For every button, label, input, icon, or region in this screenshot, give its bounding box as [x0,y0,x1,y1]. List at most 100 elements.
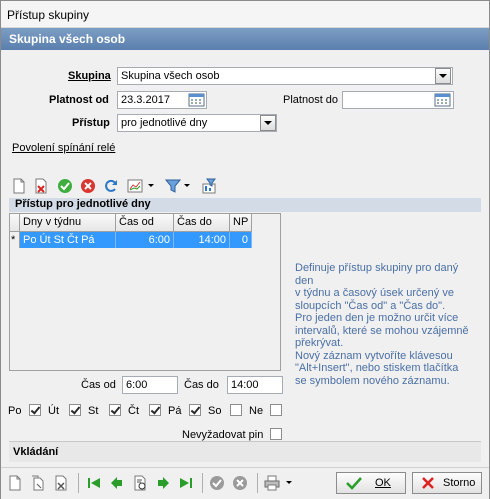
cell-np[interactable]: 0 [230,232,252,248]
toolbar-separator [202,473,203,493]
valid-from-label: Platnost od [49,94,109,106]
help-line: den [295,274,314,287]
day-label-ut: Út [48,405,59,417]
header-title: Skupina všech osob [9,32,126,46]
day-checkbox-ct[interactable] [149,404,161,416]
day-label-ct: Čt [128,405,139,417]
cell-days[interactable]: Po Út St Čt Pá [20,232,116,248]
chevron-down-icon[interactable] [285,476,293,492]
group-select[interactable]: Skupina všech osob [117,67,453,85]
title-bar: Přístup skupiny [1,1,489,28]
copy-record-icon[interactable] [30,475,46,491]
help-line: "Alt+Insert", nebo stiskem tlačítka [295,362,459,374]
cancel-icon[interactable] [232,475,248,491]
help-text: Definuje přístup skupiny pro daný den v … [295,262,481,387]
no-pin-label: Nevyžadovat pin [182,429,264,441]
time-from-value: 6:00 [126,379,148,391]
grid-corner [10,214,20,232]
group-select-value: Skupina všech osob [121,70,220,82]
footer-toolbar: OK Storno [1,467,489,499]
ok-button-label: OK [375,477,391,489]
help-line: Definuje přístup skupiny pro daný [295,262,459,274]
column-header-to[interactable]: Čas do [174,214,230,232]
help-line: Nový záznam vytvoříte klávesou [295,349,453,362]
dialog-window: Přístup skupiny Skupina všech osob Skupi… [0,0,490,499]
insert-section-bar: Vkládání [9,441,481,462]
column-header-np[interactable]: NP [230,214,252,232]
section-title: Přístup pro jednotlivé dny [15,198,151,210]
insert-section-title: Vkládání [13,446,59,458]
last-record-icon[interactable] [178,475,194,491]
column-header-days[interactable]: Dny v týdnu [20,214,116,232]
days-grid[interactable]: Dny v týdnu Čas od Čas do NP * Po Út St … [9,213,281,371]
time-to-value: 14:00 [231,379,259,391]
cell-from[interactable]: 6:00 [116,232,174,248]
day-checkbox-so[interactable] [230,404,242,416]
help-line: v týdnu a časový úsek určený ve [295,287,454,299]
time-to-label: Čas do [184,379,219,391]
day-label-ne: Ne [249,405,264,417]
print-icon[interactable] [264,475,280,491]
row-marker: * [10,232,20,248]
grid-toolbar [9,175,481,197]
access-select-value: pro jednotlivé dny [121,117,208,129]
window-title: Přístup skupiny [7,8,90,22]
delete-record-icon[interactable] [53,475,69,491]
calendar-icon[interactable] [188,92,206,108]
day-label-st: St [88,405,99,417]
calendar-icon[interactable] [434,92,452,108]
day-label-pa: Pá [168,405,182,417]
group-label: Skupina [68,70,111,82]
day-checkbox-pa[interactable] [189,404,201,416]
help-line: sloupcích "Čas od" a "Čas do". [295,299,446,312]
time-to-field[interactable]: 14:00 [227,376,283,394]
next-record-icon[interactable] [155,475,171,491]
valid-to-label: Platnost do [283,94,339,106]
no-pin-checkbox[interactable] [270,428,282,440]
day-label-po: Po [8,405,22,417]
help-line: překrývat. [295,337,344,349]
chevron-down-icon[interactable] [183,179,191,195]
day-label-so: So [208,405,222,417]
time-from-label: Čas od [81,379,116,391]
filter-settings-icon[interactable] [201,178,217,194]
access-label: Přístup [72,117,110,129]
close-icon [422,477,434,489]
cancel-icon[interactable] [80,178,96,194]
help-line: Pro jeden den je možno určit více [295,312,459,324]
previous-record-icon[interactable] [109,475,125,491]
section-header: Přístup pro jednotlivé dny [9,198,481,212]
confirm-icon[interactable] [57,178,73,194]
access-select[interactable]: pro jednotlivé dny [117,114,277,132]
help-line: intervalů, které se mohou vzájemně [295,324,469,337]
cell-to[interactable]: 14:00 [174,232,230,248]
toolbar-separator [257,473,258,493]
toolbar-separator [78,473,79,493]
confirm-icon[interactable] [209,475,225,491]
ok-button[interactable]: OK [336,472,406,494]
new-record-icon[interactable] [7,475,23,491]
filter-icon[interactable] [164,178,182,194]
valid-from-value: 23.3.2017 [121,94,170,106]
first-record-icon[interactable] [86,475,102,491]
column-header-from[interactable]: Čas od [116,214,174,232]
record-detail-icon[interactable] [132,475,148,491]
delete-record-icon[interactable] [33,178,49,194]
day-checkbox-po[interactable] [29,404,41,416]
group-dropdown-button[interactable] [435,68,451,84]
refresh-icon[interactable] [103,178,119,194]
chart-icon[interactable] [127,178,143,194]
new-record-icon[interactable] [11,178,27,194]
cancel-button-label: Storno [443,477,476,489]
time-from-field[interactable]: 6:00 [122,376,178,394]
day-checkbox-ne[interactable] [270,404,282,416]
access-dropdown-button[interactable] [260,115,276,131]
check-icon [346,477,362,490]
day-checkbox-st[interactable] [109,404,121,416]
record-header: Skupina všech osob [1,28,489,50]
day-checkbox-ut[interactable] [69,404,81,416]
relay-permission-link[interactable]: Povolení spínání relé [12,142,115,154]
help-line: se symbolem nového záznamu. [295,374,450,387]
chevron-down-icon[interactable] [147,179,155,195]
cancel-button[interactable]: Storno [412,472,482,494]
